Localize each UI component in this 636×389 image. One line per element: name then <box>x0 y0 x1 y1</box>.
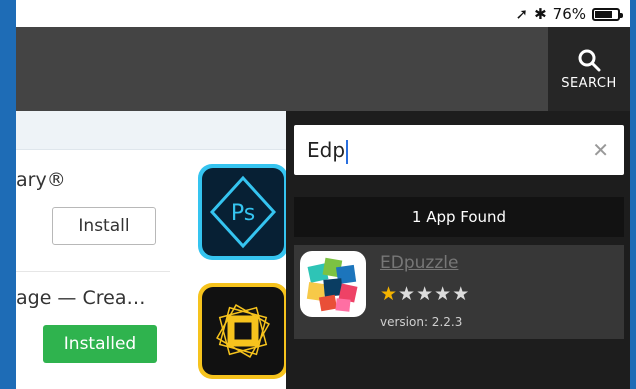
window-border-right <box>630 0 636 389</box>
install-button[interactable]: Install <box>52 207 156 245</box>
location-icon: ➚ <box>515 5 529 23</box>
search-result-item[interactable]: EDpuzzle ★★★★★ version: 2.2.3 <box>294 245 624 339</box>
star-filled-icon: ★ <box>380 283 399 305</box>
status-indicators: ➚ ✱ 76% <box>515 5 623 23</box>
search-input[interactable]: Edp ✕ <box>294 125 624 175</box>
list-divider <box>16 271 170 272</box>
app-header: SEARCH <box>16 27 630 111</box>
battery-percent: 76% <box>552 5 586 23</box>
result-version: version: 2.2.3 <box>380 315 463 329</box>
star-empty-icon: ★ <box>452 283 471 305</box>
search-button-label: SEARCH <box>561 75 617 91</box>
adobe-spark-icon[interactable] <box>198 283 288 379</box>
search-query-container: Edp <box>307 138 349 164</box>
results-count: 1 App Found <box>294 197 624 237</box>
battery-fill <box>595 10 612 18</box>
app-name-2: age — Crea… <box>16 287 146 309</box>
close-icon[interactable]: ✕ <box>592 138 609 162</box>
star-empty-icon: ★ <box>398 283 417 305</box>
star-empty-icon: ★ <box>434 283 453 305</box>
rating-stars: ★★★★★ <box>380 283 470 305</box>
app-name-1: ary® <box>16 169 66 191</box>
search-button[interactable]: SEARCH <box>548 27 630 111</box>
bluetooth-icon: ✱ <box>534 5 547 23</box>
search-icon <box>578 49 601 71</box>
status-bar: ➚ ✱ 76% <box>16 0 630 27</box>
installed-button[interactable]: Installed <box>43 325 157 363</box>
result-app-name[interactable]: EDpuzzle <box>380 253 458 273</box>
app-window: ➚ ✱ 76% SEARCH ary® Install Ps age — Cre… <box>0 0 636 389</box>
search-query: Edp <box>307 138 346 162</box>
text-caret <box>346 139 349 164</box>
battery-icon <box>592 7 623 21</box>
window-border-left <box>0 0 16 389</box>
star-empty-icon: ★ <box>416 283 435 305</box>
photoshop-express-icon[interactable]: Ps <box>198 164 288 260</box>
edpuzzle-icon <box>300 251 366 317</box>
search-panel: Edp ✕ 1 App Found EDpuzzle ★★★★★ version <box>286 111 630 389</box>
svg-text:Ps: Ps <box>231 201 255 226</box>
